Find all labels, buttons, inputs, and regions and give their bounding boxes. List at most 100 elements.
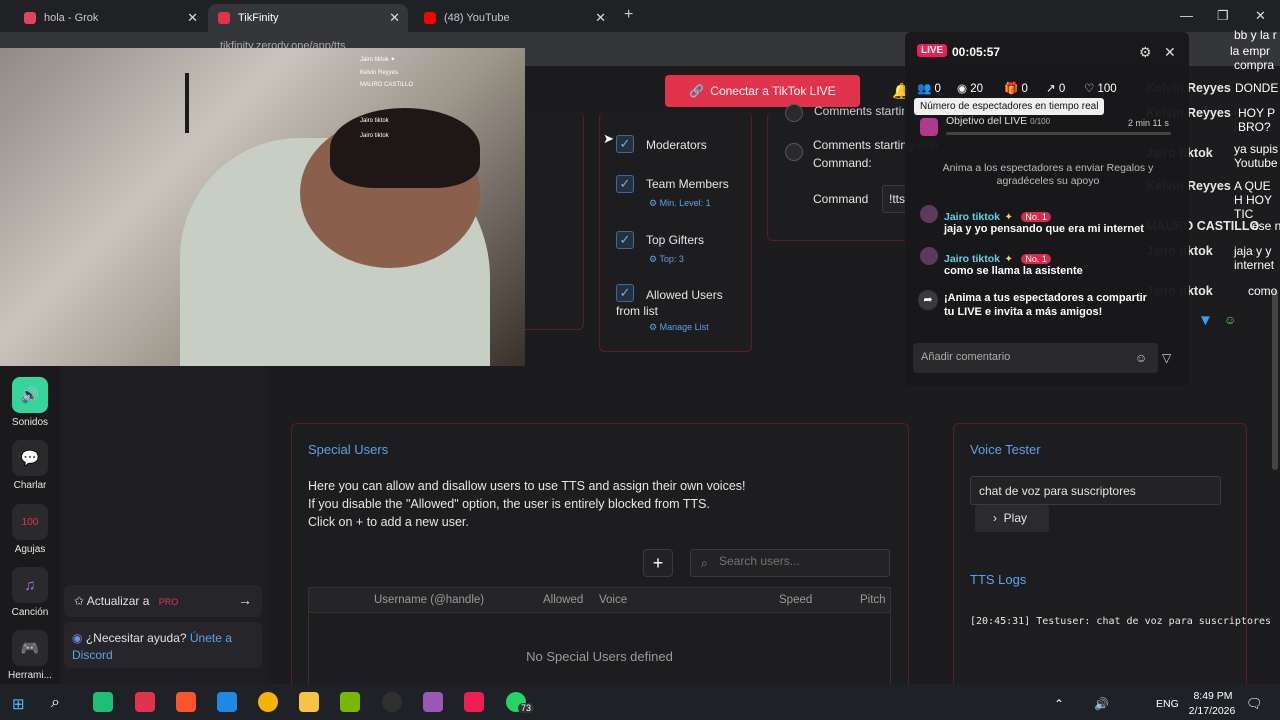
viewers-now-stat[interactable]: 👥 0 — [917, 81, 941, 95]
gauge-icon: 100 — [12, 504, 48, 540]
top-gifters-checkbox[interactable]: ✓ — [616, 231, 634, 249]
chat-user[interactable]: Jairo tiktok — [944, 211, 1000, 223]
search-users-input[interactable] — [719, 554, 879, 568]
clock-date[interactable]: 2/17/2026 — [1184, 705, 1240, 717]
search-icon: ⌕ — [701, 556, 708, 570]
col-voice[interactable]: Voice — [599, 594, 627, 606]
moderators-checkbox[interactable]: ✓ — [616, 135, 634, 153]
rail-item-charlar[interactable]: 💬 Charlar — [0, 440, 60, 491]
empty-state-text: No Special Users defined — [526, 649, 673, 664]
page-scrollbar[interactable] — [1272, 290, 1278, 470]
app-red-icon[interactable] — [135, 692, 155, 712]
special-users-table-header: Username (@handle) Allowed Voice Speed P… — [308, 587, 891, 613]
shares-stat[interactable]: ↗ 0 — [1046, 81, 1065, 95]
clock-time[interactable]: 8:49 PM — [1188, 690, 1238, 702]
upgrade-label: Actualizar a — [86, 594, 150, 608]
mouse-cursor-icon: ➤ — [603, 131, 614, 146]
mini-chat-line: Kelvin Reyyes — [360, 70, 399, 76]
tab-grok[interactable]: hola - Grok ✕ — [14, 4, 206, 32]
views-value: 20 — [970, 83, 984, 95]
overlay-chat-text: A QUE H HOY TIC — [1234, 179, 1272, 221]
play-button[interactable]: › Play — [975, 505, 1049, 532]
moderators-label: Moderators — [646, 138, 707, 152]
chat-text: jaja y yo pensando que era mi internet — [944, 223, 1144, 235]
close-icon[interactable]: ✕ — [389, 10, 400, 26]
tts-logs-title: TTS Logs — [970, 572, 1027, 587]
emoji-icon[interactable]: ☺ — [1224, 313, 1236, 327]
tiktok-icon[interactable] — [464, 692, 484, 712]
manage-list-link[interactable]: ⚙ Manage List — [649, 322, 709, 333]
taskbar-search-icon[interactable]: ⌕ — [51, 694, 60, 712]
app-purple-icon[interactable] — [423, 692, 443, 712]
rank-badge: No. 1 — [1021, 254, 1051, 264]
rail-item-agujas[interactable]: 100 Agujas — [0, 504, 60, 555]
people-icon: 👥 — [917, 83, 932, 95]
settings-gear-icon[interactable]: ⚙ — [1139, 44, 1152, 61]
tray-chevron-icon[interactable]: ⌃ — [1054, 697, 1064, 711]
add-user-button[interactable]: + — [643, 549, 673, 577]
link-icon: 🔗 — [689, 84, 705, 98]
rail-item-cancion[interactable]: ♫ Canción — [0, 567, 60, 618]
chat-user[interactable]: Jairo tiktok — [944, 253, 1000, 265]
team-members-checkbox[interactable]: ✓ — [616, 175, 634, 193]
connect-label: Conectar a TikTok LIVE — [710, 84, 836, 98]
comments-command-radio[interactable] — [785, 143, 803, 161]
comments-starting-radio-partial[interactable] — [785, 104, 803, 122]
app-blue-icon[interactable] — [217, 692, 237, 712]
gifts-stat[interactable]: 🎁 0 — [1004, 81, 1028, 95]
file-explorer-icon[interactable] — [299, 692, 319, 712]
rail-label: Canción — [11, 607, 49, 618]
top-gifters-setting[interactable]: ⚙ Top: 3 — [649, 254, 684, 265]
tab-tikfinity[interactable]: TikFinity ✕ — [208, 4, 408, 32]
rail-item-sonidos[interactable]: 🔊 Sonidos — [0, 377, 60, 428]
goal-progress-bar — [946, 132, 1171, 135]
shares-value: 0 — [1058, 83, 1066, 95]
notifications-icon[interactable]: 🗨 — [1246, 696, 1263, 712]
share-icon: ↗ — [1046, 83, 1056, 95]
share-prompt-text: ¡Anima a tus espectadores a compartir tu… — [944, 292, 1147, 318]
maximize-icon[interactable]: ❐ — [1217, 8, 1229, 24]
close-icon[interactable]: ✕ — [595, 10, 606, 26]
tab-youtube[interactable]: (48) YouTube ✕ — [414, 4, 614, 32]
connect-tiktok-button[interactable]: 🔗 Conectar a TikTok LIVE — [665, 75, 860, 107]
views-stat[interactable]: ◉ 20 — [957, 81, 983, 95]
col-username[interactable]: Username (@handle) — [374, 594, 484, 606]
comment-filter-icon[interactable]: ▽ — [1162, 351, 1171, 365]
new-tab-icon[interactable]: + — [624, 6, 633, 24]
team-members-setting[interactable]: ⚙ Min. Level: 1 — [649, 198, 711, 209]
col-speed[interactable]: Speed — [779, 594, 812, 606]
search-users-field[interactable]: ⌕ — [690, 549, 890, 577]
language-indicator[interactable]: ENG — [1156, 698, 1179, 710]
minimize-icon[interactable]: — — [1180, 8, 1193, 23]
chrome-icon[interactable] — [258, 692, 278, 712]
goal-icon — [920, 118, 938, 136]
window-close-icon[interactable]: ✕ — [1255, 8, 1266, 24]
volume-icon[interactable]: 🔊 — [1094, 697, 1109, 711]
youtube-favicon-icon — [424, 12, 436, 24]
col-pitch[interactable]: Pitch — [860, 594, 886, 606]
close-icon[interactable]: ✕ — [187, 10, 198, 26]
col-allowed[interactable]: Allowed — [543, 594, 583, 606]
emoji-picker-icon[interactable]: ☺ — [1135, 351, 1147, 365]
overlay-chat-text: ya supis Youtube — [1234, 142, 1279, 170]
voice-tester-input[interactable]: chat de voz para suscriptores — [970, 476, 1221, 505]
eye-icon: ◉ — [957, 83, 968, 95]
chatgpt-icon[interactable] — [93, 692, 113, 712]
likes-value: 100 — [1097, 83, 1117, 95]
obs-icon[interactable] — [382, 692, 402, 712]
live-panel-close-icon[interactable]: ✕ — [1164, 44, 1176, 61]
live-goal[interactable]: Objetivo del LIVE 0/100 — [946, 115, 1050, 127]
pro-badge: PRO — [158, 597, 179, 607]
filter-icon[interactable]: ▼ — [1198, 312, 1213, 329]
tab-label: hola - Grok — [44, 12, 99, 24]
nvidia-icon[interactable] — [340, 692, 360, 712]
mini-chat-line: Jairo tiktok — [360, 133, 389, 139]
goal-value: 0/100 — [1030, 117, 1051, 126]
brave-browser-icon[interactable] — [176, 692, 196, 712]
rail-item-herramientas[interactable]: 🎮 Herrami... — [0, 630, 60, 681]
add-comment-field[interactable]: Añadir comentario — [913, 343, 1158, 373]
upgrade-pro-banner[interactable]: ✩ Actualizar a PRO → — [64, 585, 262, 617]
likes-stat[interactable]: ♡ 100 — [1084, 81, 1117, 95]
comment-placeholder: Añadir comentario — [921, 351, 1011, 363]
windows-start-icon[interactable]: ⊞ — [12, 695, 25, 713]
